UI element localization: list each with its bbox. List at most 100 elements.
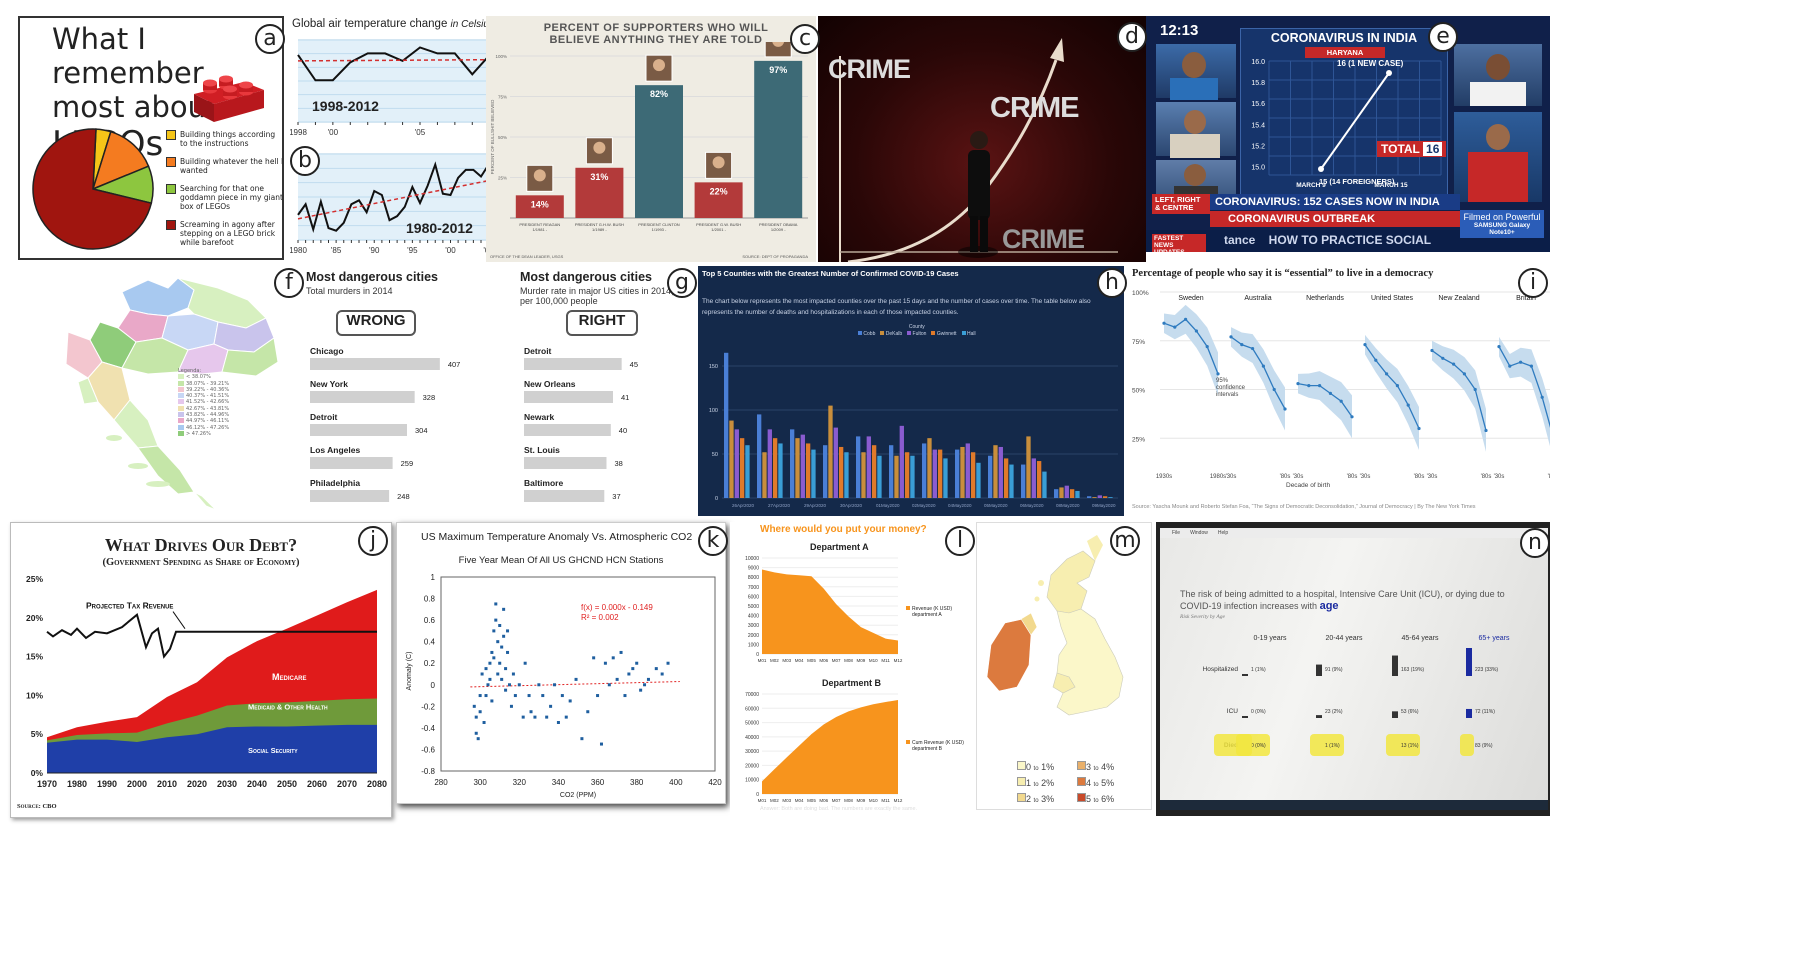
y-tick-label: 50000 bbox=[745, 721, 759, 727]
bar bbox=[778, 443, 783, 498]
bar bbox=[811, 449, 816, 498]
data-point bbox=[1251, 346, 1255, 351]
y-tick-label: 20% bbox=[26, 613, 43, 623]
panel-label-n: n bbox=[1520, 528, 1550, 558]
legend-swatch bbox=[1077, 777, 1086, 786]
scatter-point bbox=[541, 694, 545, 698]
bar bbox=[1036, 461, 1042, 498]
i-annotation: 95% confidence intervals bbox=[1216, 378, 1246, 398]
g-right-badge: RIGHT bbox=[566, 310, 638, 336]
n-menu-window[interactable]: Window bbox=[1190, 530, 1208, 536]
bar bbox=[310, 490, 390, 502]
table-cell: 1 (1%) bbox=[1325, 743, 1340, 749]
scatter-point bbox=[500, 677, 504, 681]
bar bbox=[1003, 458, 1009, 498]
risk-bar bbox=[1316, 715, 1322, 718]
president-face bbox=[593, 141, 606, 154]
y-tick-label: 3000 bbox=[748, 623, 759, 629]
x-tick-label: 2040 bbox=[247, 779, 267, 789]
x-tick-label: 2010 bbox=[157, 779, 177, 789]
x-tick-label: 02May2020 bbox=[912, 503, 936, 508]
panel-f-total-murders: Most dangerous cities Total murders in 2… bbox=[306, 268, 514, 514]
scatter-point bbox=[521, 715, 525, 719]
tv-guest-top-right bbox=[1454, 44, 1542, 106]
bar bbox=[993, 445, 998, 498]
legend-swatch bbox=[178, 399, 184, 405]
bar bbox=[998, 446, 1003, 498]
h-grouped-bar-chart: 150 100 50 0 26Apr2020 27Apr2020 29Apr2020 30Ap… bbox=[709, 352, 1118, 508]
y-tick-label: 8000 bbox=[748, 575, 759, 581]
legend-swatch bbox=[1077, 793, 1086, 802]
bar bbox=[1009, 464, 1014, 498]
bar-value-label: 259 bbox=[401, 459, 414, 468]
x-tick-label: M11 bbox=[881, 658, 890, 663]
n-taskbar bbox=[1160, 800, 1548, 810]
x-tick-label: 1990 bbox=[97, 779, 117, 789]
bar bbox=[310, 424, 407, 436]
y-tick-label: 10000 bbox=[745, 556, 759, 562]
x-tick-label: 1930s bbox=[1156, 474, 1172, 480]
n-menu-file[interactable]: File bbox=[1172, 530, 1180, 536]
y-tick-label: 1000 bbox=[748, 642, 759, 648]
x-tick-label: M03 bbox=[782, 658, 791, 663]
bar-value-label: 14% bbox=[531, 199, 549, 209]
x-tick-label: 1980 bbox=[290, 246, 307, 255]
bar bbox=[965, 443, 970, 498]
x-tick-label: M12 bbox=[894, 798, 903, 803]
country-label: United States bbox=[1371, 295, 1414, 302]
risk-bar bbox=[1316, 664, 1322, 676]
temp-title: Global air temperature change in Celsius bbox=[292, 18, 494, 30]
x-tick-label: '30s bbox=[1427, 474, 1438, 480]
bar bbox=[524, 424, 611, 436]
scatter-point bbox=[508, 683, 511, 687]
n-risk-table: 0-19 years 20-44 years 45-64 years 65+ year… bbox=[1203, 635, 1510, 756]
data-point bbox=[1350, 415, 1354, 419]
risk-bar bbox=[1242, 674, 1248, 676]
y-tick-label: 15% bbox=[26, 652, 43, 662]
panel-label-c: c bbox=[790, 24, 820, 54]
scatter-point bbox=[627, 672, 631, 676]
bar-value-label: 97% bbox=[769, 65, 787, 75]
annotation-arrow bbox=[172, 611, 186, 629]
lego-brick-icon bbox=[188, 66, 268, 124]
data-point bbox=[1216, 372, 1220, 376]
bar bbox=[937, 449, 943, 498]
x-tick-label: 1980s bbox=[1210, 474, 1226, 480]
scatter-point bbox=[586, 710, 590, 714]
x-tick-label: 2080 bbox=[367, 779, 387, 789]
x-tick-label: 2000 bbox=[127, 779, 147, 789]
n-menu-help[interactable]: Help bbox=[1218, 530, 1228, 536]
y-tick-label: 10000 bbox=[745, 778, 759, 784]
x-tick-label: 1/2001 - bbox=[711, 227, 726, 232]
legend-swatch bbox=[178, 418, 184, 424]
f-title: Most dangerous cities bbox=[306, 270, 438, 284]
panel-h-covid-counties: Top 5 Counties with the Greatest Number … bbox=[698, 266, 1124, 516]
bar bbox=[861, 452, 866, 498]
legend-swatch bbox=[178, 430, 184, 436]
x-tick-label: 360 bbox=[591, 778, 605, 787]
x-tick-label: '30s bbox=[1293, 474, 1304, 480]
bar bbox=[524, 391, 613, 403]
x-tick-label: 1/2009 - bbox=[771, 227, 786, 232]
tv-clock: 12:13 bbox=[1160, 22, 1199, 39]
bar bbox=[524, 490, 605, 502]
scatter-point bbox=[596, 694, 600, 698]
x-tick-label: M04 bbox=[795, 658, 804, 663]
bar bbox=[1026, 436, 1031, 498]
bar bbox=[310, 457, 393, 469]
scatter-point bbox=[496, 640, 500, 644]
bar bbox=[1087, 496, 1092, 498]
bar-value-label: 328 bbox=[423, 393, 436, 402]
scatter-point bbox=[533, 715, 537, 719]
bar-category-label: St. Louis bbox=[524, 445, 560, 455]
x-tick-label: M11 bbox=[881, 798, 890, 803]
legend-swatch bbox=[166, 130, 176, 140]
x-tick-label: M08 bbox=[844, 798, 853, 803]
trend-line bbox=[470, 681, 680, 688]
scatter-point bbox=[488, 661, 492, 665]
panel-m-uk-map: 0 to 1% 3 to 4% 1 to 2% 4 to 5% 2 to 3% … bbox=[976, 522, 1152, 810]
tv-point-top-label: 16 (1 NEW CASE) bbox=[1337, 59, 1404, 68]
scatter-point bbox=[498, 661, 502, 665]
x-tick-label: 26Apr2020 bbox=[732, 503, 755, 508]
y-tick-label: -0.2 bbox=[421, 702, 435, 711]
